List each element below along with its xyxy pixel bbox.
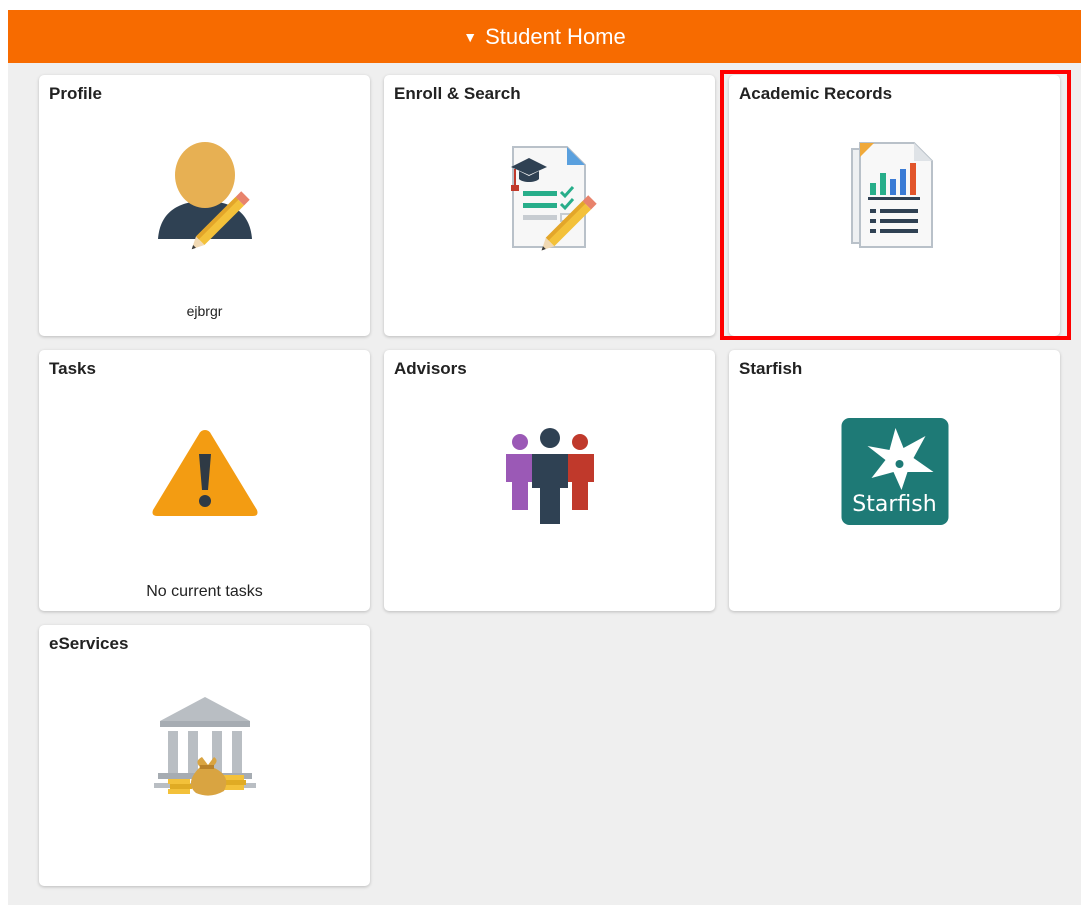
academic-records-highlight bbox=[720, 70, 1071, 340]
advisors-people-icon bbox=[490, 426, 610, 531]
tile-title-profile: Profile bbox=[49, 84, 102, 103]
profile-edit-icon bbox=[150, 139, 260, 256]
tile-tasks[interactable]: Tasks No current tasks bbox=[39, 350, 370, 611]
enrollment-document-icon bbox=[495, 141, 605, 258]
tile-title-starfish: Starfish bbox=[739, 359, 803, 378]
student-home-header[interactable]: ▼ Student Home bbox=[8, 10, 1081, 63]
warning-icon bbox=[149, 426, 261, 523]
header-title: Student Home bbox=[485, 23, 626, 49]
caret-down-icon: ▼ bbox=[463, 28, 478, 45]
tasks-status-text: No current tasks bbox=[146, 583, 263, 600]
tile-enroll-search[interactable]: Enroll & Search bbox=[384, 75, 715, 336]
tile-profile[interactable]: Profile ejbrgr bbox=[39, 75, 370, 336]
tile-eservices[interactable]: eServices bbox=[39, 625, 370, 886]
tile-starfish[interactable]: Starfish Starfish bbox=[729, 350, 1060, 611]
starfish-logo-text: Starfish bbox=[852, 492, 937, 517]
tile-title-enroll-search: Enroll & Search bbox=[394, 84, 521, 103]
starfish-logo-icon: Starfish bbox=[841, 418, 948, 525]
tile-title-tasks: Tasks bbox=[49, 359, 96, 378]
tile-title-eservices: eServices bbox=[49, 634, 129, 653]
tile-advisors[interactable]: Advisors bbox=[384, 350, 715, 611]
bank-money-icon bbox=[150, 695, 260, 804]
tile-title-advisors: Advisors bbox=[394, 359, 467, 378]
profile-username: ejbrgr bbox=[186, 303, 223, 319]
student-home-page: ▼ Student Home Profile ejbrgr Enroll & S… bbox=[8, 10, 1081, 905]
